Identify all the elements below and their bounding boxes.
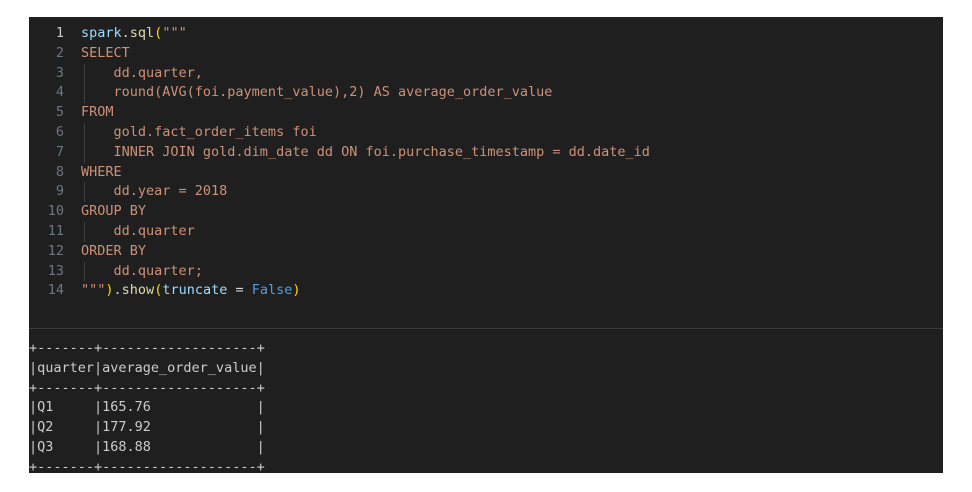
- line-number: 5: [55, 104, 64, 121]
- line-number: 10: [47, 203, 64, 220]
- code-token: dd.year = 2018: [81, 183, 228, 200]
- code-token: dd.quarter;: [81, 262, 203, 279]
- code-token: truncate: [162, 282, 228, 299]
- line-number: 9: [55, 183, 64, 200]
- line-number: 4: [55, 84, 64, 101]
- code-token: round(AVG(foi.payment_value),2) AS avera…: [81, 84, 553, 101]
- code-text: dd.quarter: [81, 222, 195, 242]
- notebook-cell: 1 spark.sql(""" 2 SELECT 3 dd.quarter, 4 roun…: [29, 17, 943, 473]
- code-token: .: [113, 282, 122, 299]
- code-text: INNER JOIN gold.dim_date dd ON foi.purch…: [81, 143, 650, 163]
- code-token: dd.quarter,: [81, 64, 203, 81]
- code-token: sql: [129, 25, 155, 41]
- cell-output: +-------+-------------------+ |quarter|a…: [29, 329, 943, 473]
- code-text: dd.quarter,: [81, 64, 203, 84]
- code-text: gold.fact_order_items foi: [81, 123, 317, 143]
- line-number: 7: [55, 143, 64, 160]
- code-text: dd.year = 2018: [81, 182, 228, 202]
- code-text: FROM: [81, 103, 114, 123]
- code-token: GROUP BY: [81, 203, 147, 220]
- code-token: .: [121, 25, 130, 41]
- code-token: spark: [81, 25, 122, 41]
- code-token: """: [81, 282, 106, 299]
- line-number: 6: [55, 123, 64, 140]
- code-token: ): [292, 282, 301, 299]
- code-text: GROUP BY: [81, 202, 146, 222]
- code-token: INNER JOIN gold.dim_date dd ON foi.purch…: [81, 143, 650, 160]
- code-text: SELECT: [81, 44, 130, 64]
- line-number: 14: [47, 282, 64, 299]
- code-token: gold.fact_order_items foi: [81, 123, 317, 140]
- code-token: ORDER BY: [81, 242, 147, 259]
- code-text: """).show(truncate = False): [81, 281, 301, 301]
- code-token: """: [162, 25, 187, 41]
- code-token: False: [251, 282, 293, 299]
- code-text: round(AVG(foi.payment_value),2) AS avera…: [81, 83, 553, 103]
- line-number: 1: [55, 25, 64, 41]
- code-token: SELECT: [81, 44, 130, 61]
- code-token: show: [121, 282, 155, 299]
- code-text: ORDER BY: [81, 242, 146, 262]
- line-number: 8: [55, 163, 64, 180]
- code-text: WHERE: [81, 163, 122, 183]
- code-token: =: [227, 282, 252, 299]
- line-number: 11: [47, 222, 64, 239]
- result-table: +-------+-------------------+ |quarter|a…: [29, 340, 265, 473]
- code-token: dd.quarter: [81, 222, 195, 239]
- code-token: ): [105, 282, 114, 299]
- line-number: 2: [55, 44, 64, 61]
- code-editor[interactable]: 1 spark.sql(""" 2 SELECT 3 dd.quarter, 4 roun…: [29, 17, 943, 328]
- code-token: WHERE: [81, 163, 122, 180]
- code-text: spark.sql(""": [81, 24, 187, 44]
- line-number: 12: [47, 242, 64, 259]
- code-token: FROM: [81, 104, 114, 121]
- line-number: 3: [55, 64, 64, 81]
- code-text: dd.quarter;: [81, 262, 203, 282]
- line-number: 13: [47, 262, 64, 279]
